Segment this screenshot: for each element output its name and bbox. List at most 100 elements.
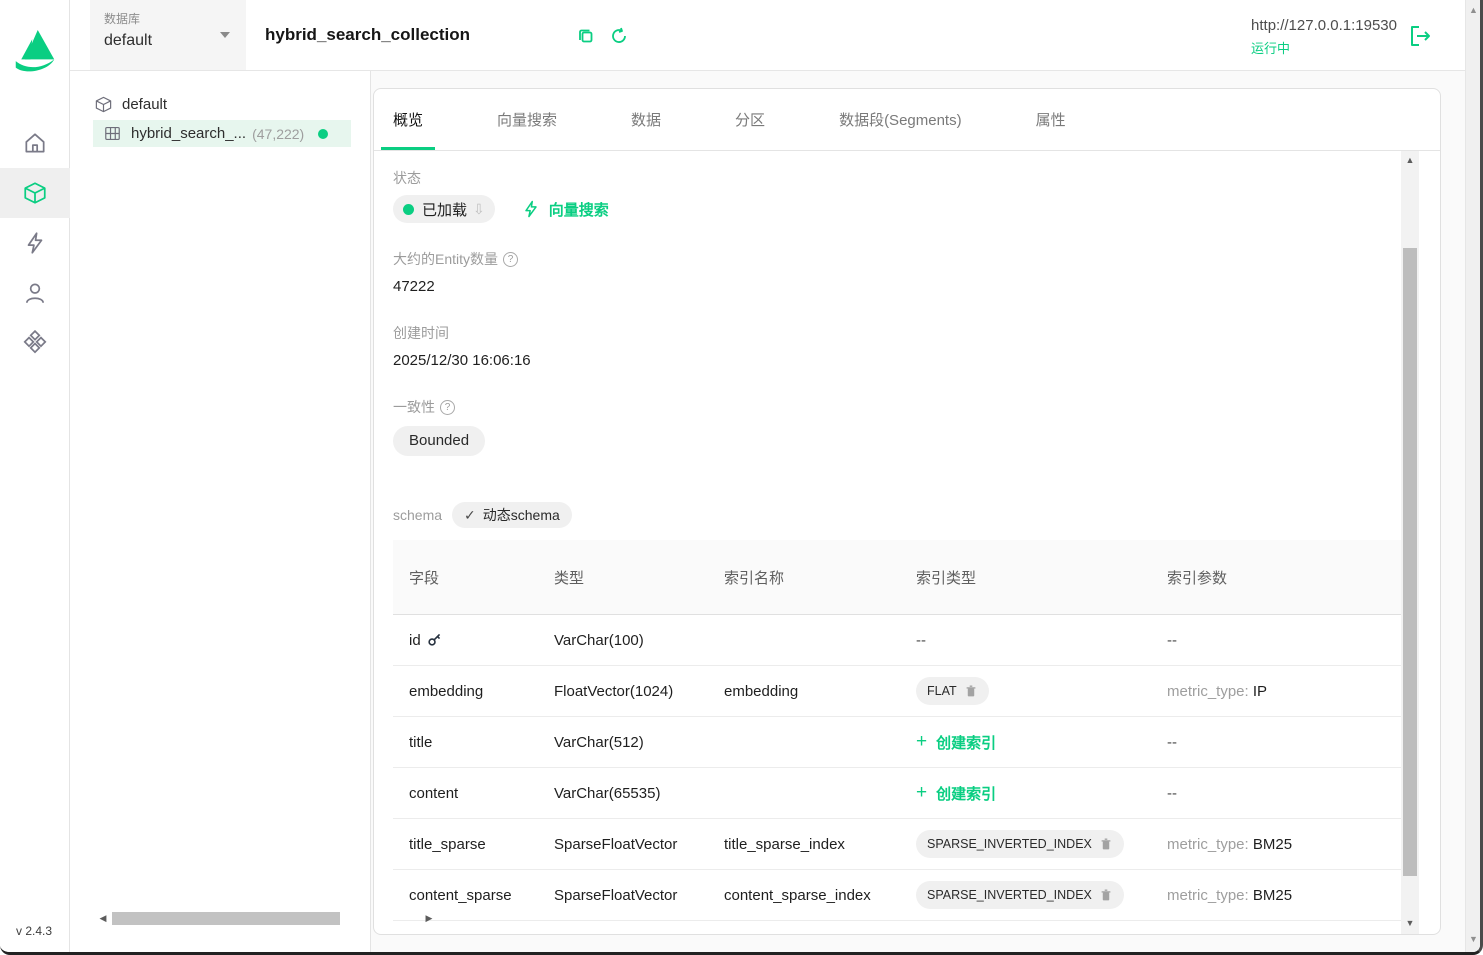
dynamic-schema-chip: ✓ 动态schema	[452, 502, 572, 528]
index-type-cell: +创建索引	[900, 782, 1151, 804]
loaded-dot-icon	[318, 129, 328, 139]
home-icon	[22, 130, 48, 156]
refresh-button[interactable]	[610, 27, 628, 45]
release-icon[interactable]: ⇩	[473, 201, 485, 218]
delete-index-button[interactable]	[964, 684, 978, 698]
entity-count-value: 47222	[393, 278, 1401, 295]
index-type-cell: SPARSE_INVERTED_INDEX	[900, 881, 1151, 909]
scroll-down-icon[interactable]: ▼	[1401, 918, 1419, 928]
entity-count-label: 大约的Entity数量	[393, 249, 498, 269]
tree-item-database[interactable]: default	[94, 91, 370, 118]
field-type-cell: FloatVector(1024)	[538, 683, 708, 700]
plus-icon: +	[916, 782, 927, 804]
table-row: titleVarChar(512) +创建索引 --	[393, 717, 1403, 768]
scroll-right-icon[interactable]: ▶	[422, 913, 436, 924]
collections-tree: default hybrid_search_... (47,222) ◀ ▶	[70, 71, 371, 952]
table-row: idVarChar(100)----	[393, 615, 1403, 666]
index-params-cell: metric_type: IP	[1151, 683, 1403, 700]
index-params-cell: --	[1151, 734, 1403, 751]
tab-2[interactable]: 向量搜索	[482, 89, 572, 150]
table-row: content_sparseSparseFloatVectorcontent_s…	[393, 870, 1403, 921]
server-url: http://127.0.0.1:19530	[1251, 17, 1397, 34]
tab-3[interactable]: 数据	[616, 89, 676, 150]
vscroll-thumb[interactable]	[1403, 248, 1417, 876]
tree-item-collection[interactable]: hybrid_search_... (47,222)	[93, 120, 351, 147]
trash-icon	[964, 684, 978, 698]
scroll-down-icon[interactable]: ▼	[1466, 934, 1481, 944]
loaded-status-chip[interactable]: 已加载 ⇩	[393, 195, 495, 223]
scroll-left-icon[interactable]: ◀	[96, 913, 110, 924]
index-type-chip: FLAT	[916, 677, 989, 705]
nav-system[interactable]	[0, 318, 70, 368]
loaded-chip-label: 已加载	[422, 199, 467, 220]
table-row: contentVarChar(65535)+创建索引--	[393, 768, 1403, 819]
tab-1[interactable]: 概览	[378, 89, 438, 150]
create-index-button[interactable]: +创建索引	[916, 782, 996, 804]
apps-icon	[22, 330, 48, 356]
tab-6[interactable]: 属性	[1021, 89, 1081, 150]
field-name-cell: content	[393, 785, 538, 802]
copy-icon	[577, 27, 595, 45]
delete-index-button[interactable]	[1099, 837, 1113, 851]
tree-database-name: default	[122, 96, 167, 113]
trash-icon	[1099, 888, 1113, 902]
schema-table-header: 字段类型索引名称索引类型索引参数	[393, 540, 1403, 615]
nav-search[interactable]	[0, 218, 70, 268]
nav-database[interactable]	[0, 168, 70, 218]
created-time-value: 2025/12/30 16:06:16	[393, 352, 1401, 369]
field-type-cell: VarChar(100)	[538, 632, 708, 649]
database-cube-icon	[94, 95, 113, 114]
main-area: 概览向量搜索数据分区数据段(Segments)属性 状态 已加载 ⇩	[371, 71, 1465, 952]
index-params-cell: metric_type: BM25	[1151, 887, 1403, 904]
index-type-cell: --	[900, 632, 1151, 649]
field-name-cell: title	[393, 734, 538, 751]
help-icon[interactable]: ?	[440, 400, 455, 415]
index-name-cell: embedding	[708, 683, 900, 700]
field-type-cell: VarChar(512)	[538, 734, 708, 751]
database-selector-label: 数据库	[104, 10, 232, 27]
nav-users[interactable]	[0, 268, 70, 318]
copy-button[interactable]	[577, 27, 595, 45]
status-dot-icon	[403, 204, 414, 215]
logout-button[interactable]	[1407, 23, 1433, 49]
database-selector-value: default	[104, 32, 232, 50]
page-vertical-scrollbar[interactable]: ▲ ▼	[1465, 0, 1480, 952]
index-type-cell: SPARSE_INVERTED_INDEX	[900, 830, 1151, 858]
tree-horizontal-scrollbar[interactable]: ◀ ▶	[96, 911, 436, 926]
hscroll-thumb[interactable]	[112, 912, 340, 925]
caret-down-icon	[220, 32, 230, 38]
index-type-cell: +创建索引	[900, 731, 1151, 753]
help-icon[interactable]: ?	[503, 252, 518, 267]
create-index-button[interactable]: +创建索引	[916, 731, 996, 753]
delete-index-button[interactable]	[1099, 888, 1113, 902]
tab-4[interactable]: 分区	[720, 89, 780, 150]
index-type-chip: SPARSE_INVERTED_INDEX	[916, 830, 1124, 858]
table-column-header: 索引参数	[1151, 567, 1403, 588]
cube-icon	[22, 180, 48, 206]
field-type-cell: SparseFloatVector	[538, 887, 708, 904]
schema-table: 字段类型索引名称索引类型索引参数 idVarChar(100)----embed…	[393, 540, 1403, 921]
scroll-up-icon[interactable]: ▲	[1401, 155, 1419, 165]
table-column-header: 索引类型	[900, 567, 1151, 588]
table-row: embeddingFloatVector(1024)embeddingFLATm…	[393, 666, 1403, 717]
primary-key-icon	[427, 632, 442, 647]
created-time-label: 创建时间	[393, 323, 1401, 343]
nav-rail: v 2.4.3	[0, 0, 70, 952]
tab-bar: 概览向量搜索数据分区数据段(Segments) 属性	[374, 89, 1440, 151]
tab-5[interactable]: 数据段(Segments)	[824, 89, 977, 150]
nav-home[interactable]	[0, 118, 70, 168]
vector-search-link[interactable]: 向量搜索	[521, 199, 609, 220]
logout-icon	[1407, 23, 1433, 49]
field-name-cell: title_sparse	[393, 836, 538, 853]
plus-icon: +	[916, 731, 927, 753]
scroll-up-icon[interactable]: ▲	[1466, 5, 1481, 15]
refresh-icon	[610, 27, 628, 45]
field-name-cell: content_sparse	[393, 887, 538, 904]
bolt-icon	[521, 199, 541, 219]
panel-vertical-scrollbar[interactable]: ▲ ▼	[1401, 151, 1419, 934]
database-selector[interactable]: 数据库 default	[90, 0, 246, 70]
app-version: v 2.4.3	[16, 924, 52, 938]
app-window: v 2.4.3 › 数据库 default hybrid_search_coll…	[0, 0, 1483, 955]
attu-logo-icon	[13, 26, 57, 78]
index-type-chip: SPARSE_INVERTED_INDEX	[916, 881, 1124, 909]
